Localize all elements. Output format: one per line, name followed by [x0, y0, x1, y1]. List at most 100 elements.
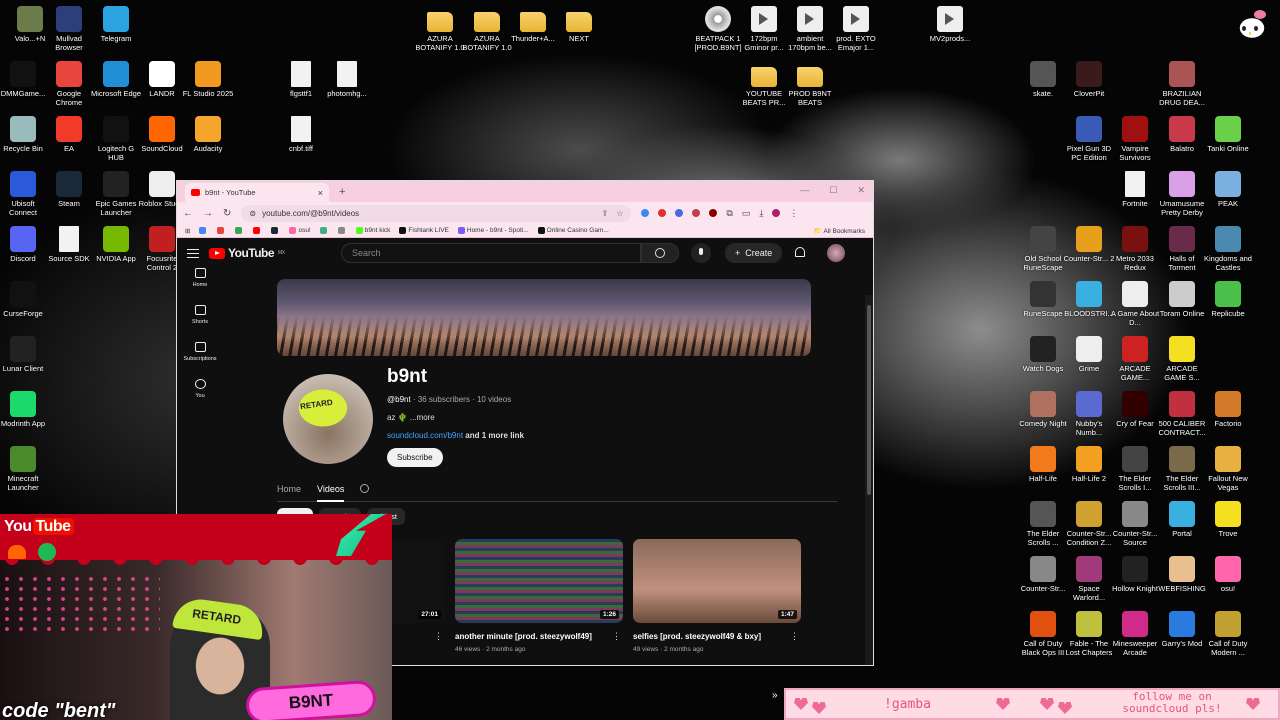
- all-bookmarks[interactable]: 📁 All Bookmarks: [814, 227, 865, 235]
- video-menu-icon[interactable]: ⋮: [612, 631, 621, 642]
- bookmark-item[interactable]: osu!: [289, 226, 311, 234]
- bookmark-item[interactable]: Home - b9nt - Spoti...: [457, 226, 529, 234]
- desktop-icon[interactable]: osu!: [1202, 556, 1254, 594]
- desktop-icon[interactable]: Mullvad Browser: [43, 6, 95, 52]
- voice-search-icon[interactable]: [691, 243, 711, 263]
- desktop-icon[interactable]: Logitech G HUB: [90, 116, 142, 162]
- desktop-icon[interactable]: The Elder Scrolls III...: [1156, 446, 1208, 492]
- desktop-icon[interactable]: DMMGame...: [0, 61, 49, 99]
- desktop-icon[interactable]: Audacity: [182, 116, 234, 154]
- desktop-icon[interactable]: Halls of Torment: [1156, 226, 1208, 272]
- notifications-bell-icon[interactable]: [795, 247, 805, 257]
- bookmark-item[interactable]: [319, 226, 329, 234]
- desktop-icon[interactable]: Grime: [1063, 336, 1115, 374]
- address-bar[interactable]: ⊜ youtube.com/@b9nt/videos ⇪ ☆: [241, 204, 632, 222]
- desktop-icon[interactable]: Microsoft Edge: [90, 61, 142, 99]
- desktop-icon[interactable]: Trove: [1202, 501, 1254, 539]
- back-icon[interactable]: ←: [183, 208, 193, 219]
- record-extension-icon[interactable]: [658, 209, 667, 217]
- bookmark-item[interactable]: [235, 226, 244, 234]
- forward-icon[interactable]: →: [203, 208, 213, 219]
- desktop-icon[interactable]: ambient 170bpm be...: [784, 6, 836, 52]
- bookmark-item[interactable]: [337, 226, 347, 234]
- desktop-icon[interactable]: WEBFISHING: [1156, 556, 1208, 594]
- desktop-icon[interactable]: Counter-Str... Source: [1109, 501, 1161, 547]
- bookmark-item[interactable]: [199, 226, 208, 234]
- extension-icon[interactable]: [675, 209, 684, 217]
- desktop-icon[interactable]: Counter-Str...: [1017, 556, 1069, 594]
- desktop-icon[interactable]: skate.: [1017, 61, 1069, 99]
- desktop-icon[interactable]: AZURA BOTANIFY 1.0: [414, 6, 466, 52]
- new-tab-button[interactable]: +: [339, 186, 345, 198]
- desktop-icon[interactable]: SoundCloud: [136, 116, 188, 154]
- puzzle-icon[interactable]: ⧉: [726, 208, 732, 219]
- desktop-icon[interactable]: Balatro: [1156, 116, 1208, 154]
- desktop-icon[interactable]: Toram Online: [1156, 281, 1208, 319]
- video-title[interactable]: another minute [prod. steezywolf49]: [455, 632, 623, 641]
- desktop-icon[interactable]: Hollow Knight: [1109, 556, 1161, 594]
- desktop-icon[interactable]: AZURA BOTANIFY 1.0: [461, 6, 513, 52]
- desktop-icon[interactable]: FL Studio 2025: [182, 61, 234, 99]
- desktop-icon[interactable]: Google Chrome: [43, 61, 95, 107]
- desktop-icon[interactable]: Fable - The Lost Chapters: [1063, 611, 1115, 657]
- bookmark-star-icon[interactable]: ☆: [616, 209, 623, 218]
- hello-kitty-icon[interactable]: [1228, 4, 1276, 62]
- desktop-icon[interactable]: Call of Duty Black Ops III: [1017, 611, 1069, 657]
- bookmark-item[interactable]: Fishtank LIVE: [399, 226, 449, 234]
- desktop-icon[interactable]: A Game About D...: [1109, 281, 1161, 327]
- video-thumbnail[interactable]: 1:26: [455, 539, 623, 623]
- video-title[interactable]: selfies [prod. steezywolf49 & bxy]: [633, 632, 801, 641]
- create-button[interactable]: + Create: [725, 243, 783, 263]
- desktop-icon[interactable]: RuneScape: [1017, 281, 1069, 319]
- desktop-icon[interactable]: Epic Games Launcher: [90, 171, 142, 217]
- more-links[interactable]: and 1 more link: [463, 431, 524, 440]
- download-icon[interactable]: ⤓: [759, 208, 763, 219]
- soundcloud-link[interactable]: soundcloud.com/b9nt: [387, 431, 463, 440]
- desktop-icon[interactable]: Minesweeper Arcade: [1109, 611, 1161, 657]
- desktop-icon[interactable]: Fallout New Vegas: [1202, 446, 1254, 492]
- apps-icon[interactable]: ⊞: [185, 227, 190, 235]
- profile-icon[interactable]: [772, 209, 781, 217]
- desktop-icon[interactable]: BRAZILIAN DRUG DEA...: [1156, 61, 1208, 107]
- desktop-icon[interactable]: BEATPACK 1 [PROD.B9NT]: [692, 6, 744, 52]
- desktop-icon[interactable]: Source SDK: [43, 226, 95, 264]
- desktop-icon[interactable]: PEAK: [1202, 171, 1254, 209]
- desktop-icon[interactable]: Discord: [0, 226, 49, 264]
- guide-shorts[interactable]: Shorts: [177, 305, 223, 325]
- desktop-icon[interactable]: Half-Life: [1017, 446, 1069, 484]
- desktop-icon[interactable]: Pixel Gun 3D PC Edition: [1063, 116, 1115, 162]
- bookmark-item[interactable]: b9nt kick: [355, 226, 390, 234]
- sidepanel-icon[interactable]: ▭: [742, 208, 751, 219]
- desktop-icon[interactable]: 172bpm Gminor pr...: [738, 6, 790, 52]
- desktop-icon[interactable]: LANDR: [136, 61, 188, 99]
- bookmark-item[interactable]: Online Casino Gam...: [537, 226, 609, 234]
- desktop-icon[interactable]: Lunar Client: [0, 336, 49, 374]
- desktop-icon[interactable]: Minecraft Launcher: [0, 446, 49, 492]
- desktop-icon[interactable]: Factorio: [1202, 391, 1254, 429]
- ublock-icon[interactable]: [709, 209, 718, 217]
- desktop-icon[interactable]: Comedy Night: [1017, 391, 1069, 429]
- desktop-icon[interactable]: EA: [43, 116, 95, 154]
- desktop-icon[interactable]: Vampire Survivors: [1109, 116, 1161, 162]
- desktop-icon[interactable]: Steam: [43, 171, 95, 209]
- desktop-icon[interactable]: Ubisoft Connect: [0, 171, 49, 217]
- desktop-icon[interactable]: cnbf.tiff: [275, 116, 327, 154]
- desktop-icon[interactable]: Call of Duty Modern ...: [1202, 611, 1254, 657]
- install-icon[interactable]: ⇪: [602, 209, 609, 218]
- subscribe-button[interactable]: Subscribe: [387, 448, 443, 467]
- desktop-icon[interactable]: Counter-Str... 2: [1063, 226, 1115, 264]
- bookmark-item[interactable]: [271, 226, 280, 234]
- extension-icon[interactable]: [692, 209, 701, 217]
- extension-icon[interactable]: [641, 209, 650, 217]
- reload-icon[interactable]: ↻: [223, 208, 231, 219]
- video-card[interactable]: 1:47 selfies [prod. steezywolf49 & bxy] …: [633, 539, 801, 653]
- desktop-icon[interactable]: Umamusume Pretty Derby: [1156, 171, 1208, 217]
- desktop-icon[interactable]: Telegram: [90, 6, 142, 44]
- desktop-icon[interactable]: photomhg...: [321, 61, 373, 99]
- desktop-icon[interactable]: PROD B9NT BEATS: [784, 61, 836, 107]
- desktop-icon[interactable]: CurseForge: [0, 281, 49, 319]
- desktop-icon[interactable]: Nubby's Numb...: [1063, 391, 1115, 437]
- guide-subscriptions[interactable]: Subscriptions: [177, 342, 223, 362]
- desktop-icon[interactable]: Half-Life 2: [1063, 446, 1115, 484]
- desktop-icon[interactable]: prod. EXTO Emajor 1...: [830, 6, 882, 52]
